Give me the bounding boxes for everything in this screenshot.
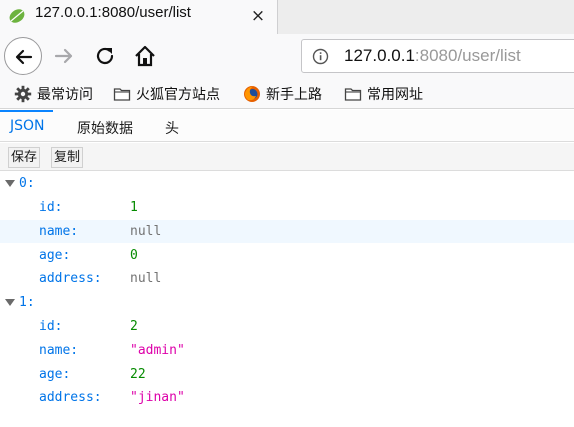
bookmarks-toolbar: 最常访问 火狐官方站点 新手上路 常用网址	[0, 78, 574, 109]
folder-icon	[344, 88, 362, 101]
group-index: 1:	[19, 295, 35, 310]
json-action-toolbar: 保存 复制	[0, 143, 574, 171]
close-tab-icon[interactable]: ×	[249, 7, 267, 25]
url-host: 127.0.0.1	[344, 46, 415, 65]
field-key: id:	[39, 200, 63, 215]
url-path: :8080/user/list	[414, 46, 521, 65]
bookmark-getting-started[interactable]: 新手上路	[243, 84, 322, 104]
bookmark-firefox-official[interactable]: 火狐官方站点	[113, 84, 220, 104]
table-row[interactable]: name: "admin"	[0, 339, 574, 362]
field-key: id:	[39, 319, 63, 334]
field-key: address:	[39, 390, 102, 405]
active-tab-indicator	[0, 110, 53, 112]
field-key: address:	[39, 271, 102, 286]
table-row[interactable]: name: null	[0, 220, 574, 243]
field-value: null	[130, 224, 162, 239]
bookmark-label: 常用网址	[367, 87, 423, 103]
table-row[interactable]: id: 1	[0, 196, 574, 219]
expand-toggle-icon[interactable]	[5, 299, 15, 306]
home-icon[interactable]	[133, 44, 157, 68]
expand-toggle-icon[interactable]	[5, 180, 15, 187]
field-value: 1	[130, 200, 138, 215]
bookmark-label: 新手上路	[266, 87, 322, 103]
forward-arrow-icon[interactable]	[52, 44, 76, 68]
field-key: age:	[39, 248, 71, 263]
back-button[interactable]	[4, 37, 42, 75]
table-row[interactable]: age: 22	[0, 363, 574, 386]
field-key: name:	[39, 343, 79, 358]
field-value: "admin"	[130, 343, 185, 358]
bookmark-label: 火狐官方站点	[136, 87, 220, 103]
nav-toolbar: 127.0.0.1:8080/user/list	[0, 34, 574, 78]
save-button[interactable]: 保存	[8, 147, 41, 168]
field-value: 22	[130, 367, 146, 382]
copy-button[interactable]: 复制	[51, 147, 84, 168]
bookmark-most-visited[interactable]: 最常访问	[14, 84, 93, 104]
tab-headers[interactable]: 头	[165, 118, 179, 138]
tree-group-0[interactable]: 0:	[0, 172, 574, 195]
field-value: "jinan"	[130, 390, 185, 405]
table-row[interactable]: address: null	[0, 267, 574, 290]
field-key: age:	[39, 367, 71, 382]
json-viewer-tabs: JSON 原始数据 头	[0, 110, 574, 142]
field-value: null	[130, 271, 162, 286]
tab-json[interactable]: JSON	[10, 118, 45, 134]
bookmark-common-sites[interactable]: 常用网址	[344, 84, 423, 104]
tab-strip: 127.0.0.1:8080/user/list ×	[0, 0, 574, 36]
field-key: name:	[39, 224, 79, 239]
tree-group-1[interactable]: 1:	[0, 291, 574, 314]
back-arrow-icon	[15, 49, 33, 65]
reload-icon[interactable]	[93, 44, 117, 68]
url-bar[interactable]: 127.0.0.1:8080/user/list	[301, 39, 574, 73]
table-row[interactable]: age: 0	[0, 244, 574, 267]
bookmark-label: 最常访问	[37, 87, 93, 103]
table-row[interactable]: id: 2	[0, 315, 574, 338]
tab-title: 127.0.0.1:8080/user/list	[35, 4, 191, 21]
folder-icon	[113, 88, 131, 101]
field-value: 2	[130, 319, 138, 334]
field-value: 0	[130, 248, 138, 263]
group-index: 0:	[19, 176, 35, 191]
table-row[interactable]: address: "jinan"	[0, 386, 574, 409]
spring-leaf-icon	[9, 9, 25, 23]
tab-raw-data[interactable]: 原始数据	[77, 118, 133, 138]
active-tab[interactable]: 127.0.0.1:8080/user/list ×	[0, 0, 278, 36]
info-icon[interactable]	[312, 48, 329, 65]
url-text[interactable]: 127.0.0.1:8080/user/list	[344, 46, 521, 66]
firefox-icon	[244, 86, 260, 102]
gear-icon	[14, 85, 32, 103]
